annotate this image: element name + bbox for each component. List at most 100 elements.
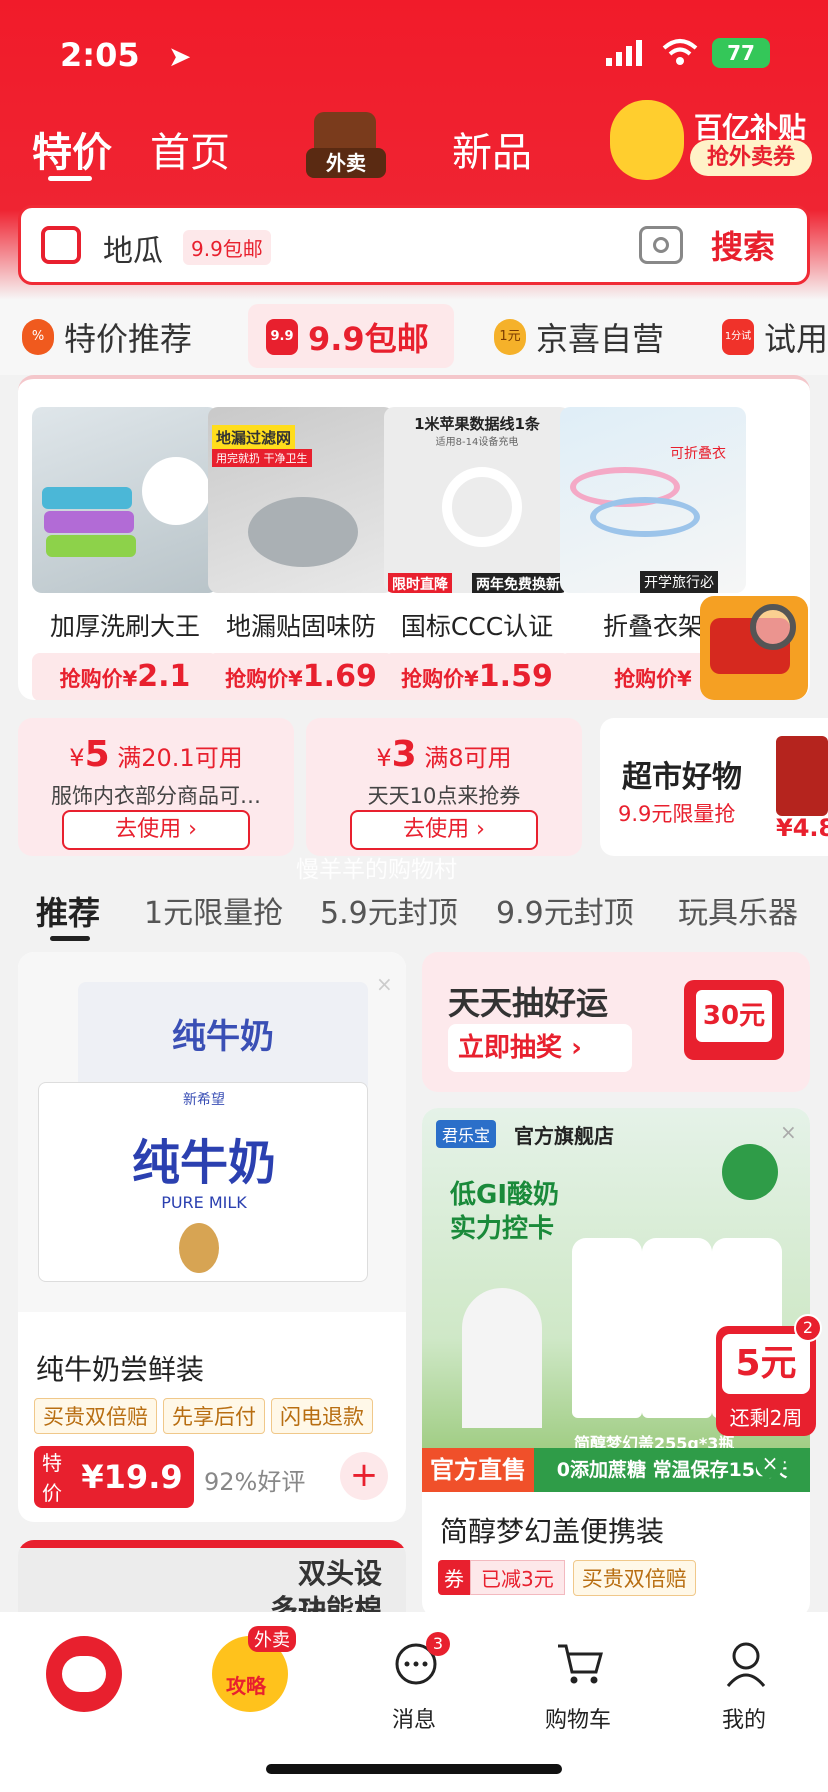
category-99[interactable]: 9.9 9.9包邮 — [266, 314, 429, 360]
deal-item[interactable]: 1米苹果数据线1条 适用8-14设备充电 限时直降 两年免费换新 国标CCC认证… — [384, 407, 570, 700]
deal-item[interactable]: 加厚洗刷大王 抢购价¥2.1 — [32, 407, 218, 700]
feed-tab-indicator — [50, 936, 90, 941]
location-icon: ➤ — [168, 40, 192, 73]
tag: 先享后付 — [163, 1398, 265, 1434]
category-label: 特价推荐 — [64, 320, 193, 358]
feed-tab-99[interactable]: 9.9元封顶 — [496, 888, 634, 932]
nav-label: 购物车 — [544, 1708, 611, 1733]
card-top-border — [18, 1540, 406, 1548]
cart-icon — [558, 1644, 603, 1684]
search-badge: 9.9包邮 — [183, 230, 271, 265]
tab-new[interactable]: 新品 — [452, 120, 532, 178]
category-label: 9.9包邮 — [308, 320, 429, 358]
scan-icon[interactable] — [41, 226, 81, 264]
coupon-desc: 服饰内衣部分商品可… — [51, 784, 261, 808]
signal-icon — [604, 38, 644, 72]
floating-coupon-badge: 2 — [794, 1314, 822, 1342]
floating-coupon[interactable]: 5元 还剩2周 2 — [716, 1314, 822, 1436]
deal-price: 抢购价¥1.59 — [384, 653, 570, 700]
home-indicator — [266, 1764, 562, 1774]
search-input[interactable]: 地瓜 — [103, 226, 163, 270]
red-envelope-icon: 30元 — [684, 980, 784, 1060]
rating: 92%好评 — [204, 1468, 306, 1496]
header: 2:05 ➤ 77 特价 首页 外卖 新品 百亿补贴 抢外卖券 地瓜 9.9包邮… — [0, 0, 828, 300]
category-trial[interactable]: 1分试 试用 — [722, 314, 828, 360]
floating-coupon-sub: 还剩2周 — [729, 1406, 803, 1430]
category-row: % 特价推荐 9.9 9.9包邮 1元 京喜自营 1分试 试用 — [0, 300, 828, 375]
coupon-use-button[interactable]: 去使用 › — [350, 810, 538, 850]
category-jingxi[interactable]: 1元 京喜自营 — [494, 314, 664, 360]
watermark: 慢羊羊的购物村 — [296, 857, 457, 883]
promo-button[interactable]: 抢外卖券 — [690, 140, 812, 176]
close-icon[interactable]: × — [376, 972, 393, 996]
camera-icon[interactable] — [639, 226, 683, 264]
category-label: 京喜自营 — [536, 320, 665, 358]
tab-home[interactable]: 首页 — [150, 120, 230, 178]
search-bar[interactable]: 地瓜 9.9包邮 搜索 — [18, 205, 810, 285]
supermarket-card[interactable]: 超市好物 9.9元限量抢 ¥4.8 — [600, 718, 828, 856]
product-thumb — [776, 736, 828, 816]
nav-label: 我的 — [721, 1708, 766, 1733]
coupon-card: ¥3 满8可用 天天10点来抢券 去使用 › — [306, 718, 582, 856]
search-button[interactable]: 搜索 — [711, 222, 775, 268]
coupon-use-button[interactable]: 去使用 › — [62, 810, 250, 850]
close-icon[interactable]: × — [780, 1120, 797, 1144]
lottery-button[interactable]: 立即抽奖 › — [448, 1024, 632, 1072]
trial-icon: 1分试 — [722, 319, 754, 355]
product-card-milk[interactable]: 纯牛奶 新希望 纯牛奶 PURE MILK × 纯牛奶尝鲜装 买贵双倍赔 先享后付… — [18, 952, 406, 1522]
status-time: 2:05 — [60, 36, 140, 74]
99-icon: 9.9 — [266, 319, 298, 355]
deal-item[interactable]: 地漏过滤网 用完就扔 干净卫生 地漏贴固味防 抢购价¥1.69 — [208, 407, 394, 700]
deal-name: 加厚洗刷大王 — [49, 612, 200, 641]
deal-price: 抢购价¥1.69 — [208, 653, 394, 700]
coupon-title: ¥5 满20.1可用 — [69, 734, 243, 775]
tab-indicator — [48, 176, 92, 181]
tag: 买贵双倍赔 — [34, 1398, 157, 1434]
deal-panel: 加厚洗刷大王 抢购价¥2.1 地漏过滤网 用完就扔 干净卫生 地漏贴固味防 抢购… — [18, 375, 810, 700]
mascot-icon — [610, 100, 684, 180]
supermarket-title: 超市好物 — [622, 760, 742, 795]
feed-tab-1yuan[interactable]: 1元限量抢 — [144, 888, 283, 932]
coupon-card: ¥5 满20.1可用 服饰内衣部分商品可… 去使用 › — [18, 718, 294, 856]
feed-tab-toys[interactable]: 玩具乐器 — [678, 888, 798, 932]
deal-name: 国标CCC认证 — [400, 612, 554, 641]
coupon-icon: 券 — [438, 1560, 470, 1595]
bottom-nav: 攻略 外卖 3 消息 购物车 我的 — [0, 1612, 828, 1792]
user-icon — [726, 1642, 766, 1687]
category-label: 试用 — [764, 320, 828, 358]
deal-image: 地漏过滤网 用完就扔 干净卫生 — [208, 407, 394, 593]
coupon-desc: 天天10点来抢券 — [367, 784, 521, 808]
deal-price: 抢购价¥2.1 — [32, 653, 218, 700]
product-name: 简醇梦幻盖便携装 — [440, 1515, 665, 1548]
lottery-card[interactable]: 天天抽好运 立即抽奖 › 30元 — [422, 952, 810, 1092]
feed-tab-recommend[interactable]: 推荐 — [36, 888, 100, 934]
coupon-title: ¥3 满8可用 — [376, 734, 512, 775]
wifi-icon — [660, 36, 700, 72]
lottery-title: 天天抽好运 — [448, 984, 609, 1022]
floating-coupon-amount: 5元 — [722, 1334, 810, 1394]
nav-label: 消息 — [391, 1708, 436, 1733]
price: ¥19.9 — [70, 1446, 194, 1508]
tag-list: 券已减3元 买贵双倍赔 — [438, 1560, 702, 1596]
close-float-icon[interactable]: × — [756, 1450, 784, 1478]
battery-icon: 77 — [712, 38, 770, 68]
mascot-home-icon — [46, 1636, 122, 1712]
nav-badge: 3 — [426, 1632, 450, 1656]
supermarket-price: ¥4.8 — [776, 814, 828, 842]
tab-tejia[interactable]: 特价 — [32, 120, 112, 178]
category-tejia[interactable]: % 特价推荐 — [22, 314, 192, 360]
tag: 买贵双倍赔 — [572, 1560, 696, 1596]
feed-tab-59[interactable]: 5.9元封顶 — [320, 888, 458, 932]
supermarket-sub: 9.9元限量抢 — [618, 802, 736, 826]
percent-icon: % — [22, 319, 54, 355]
nav-badge: 外卖 — [248, 1626, 296, 1652]
takeout-label: 外卖 — [306, 148, 386, 178]
deal-name: 地漏贴固味防 — [225, 612, 376, 641]
add-to-cart-icon[interactable]: + — [340, 1452, 388, 1500]
product-name: 纯牛奶尝鲜装 — [36, 1353, 205, 1386]
deal-image — [32, 407, 218, 593]
deal-image: 可折叠衣 开学旅行必 — [560, 407, 746, 593]
takeout-tab[interactable]: 外卖 — [290, 108, 400, 188]
treasure-chest-icon[interactable] — [700, 596, 808, 700]
chevron-right-icon: › — [571, 1033, 582, 1063]
